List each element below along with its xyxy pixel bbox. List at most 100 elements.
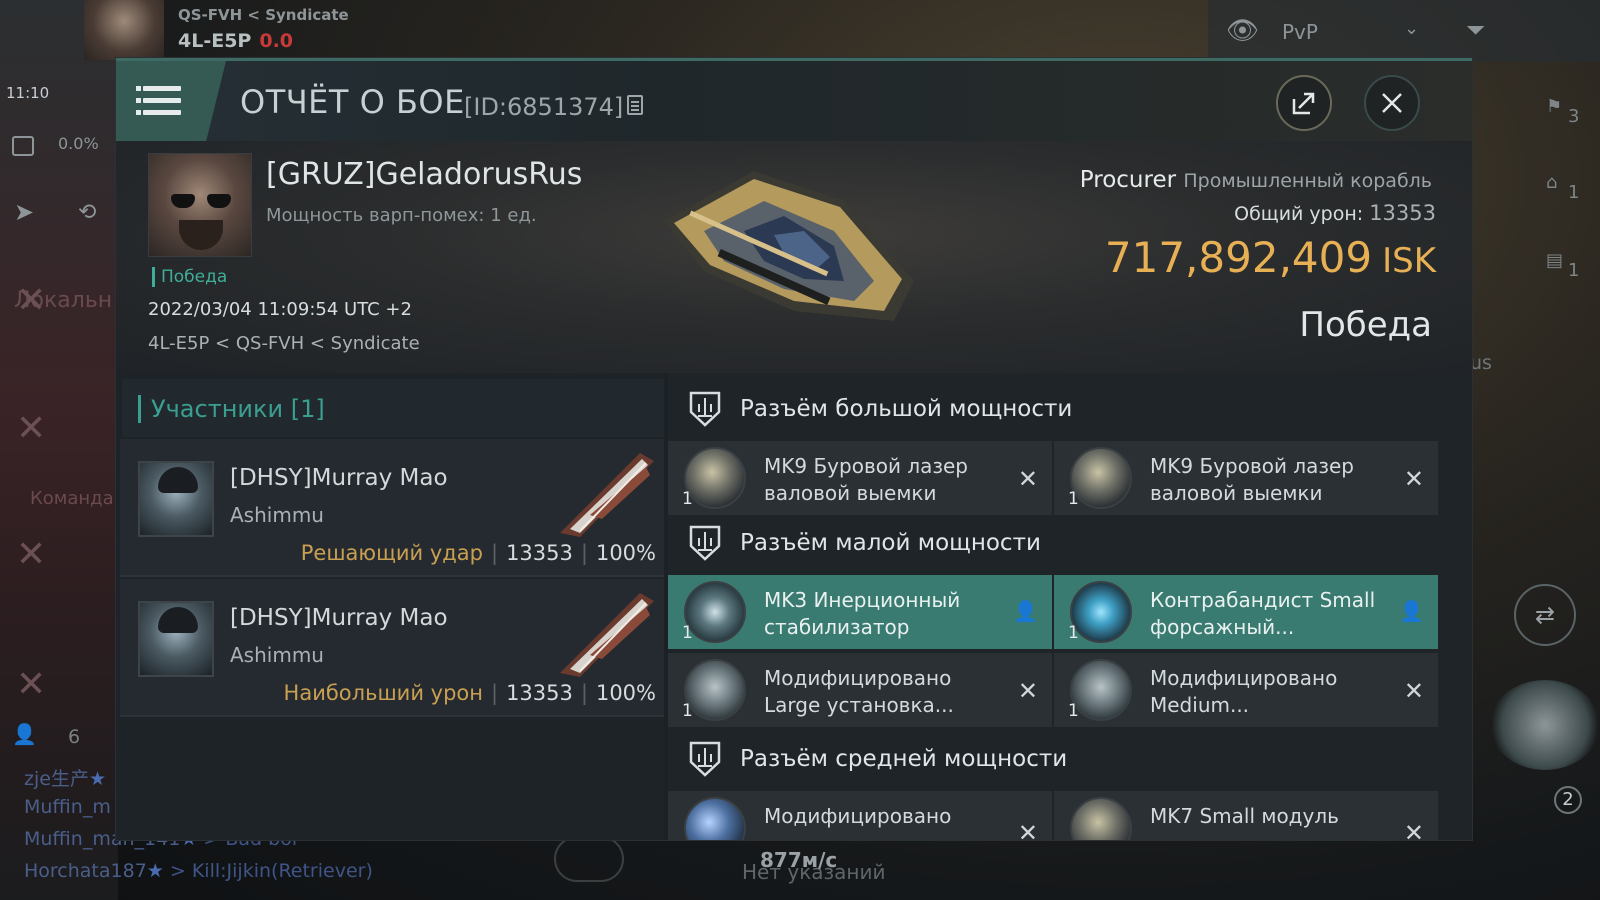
home-icon[interactable]: ⌂: [1546, 172, 1557, 193]
ship-type[interactable]: Procurer Промышленный корабль: [1080, 167, 1432, 193]
ship-render-image: [664, 171, 914, 321]
module-name: MK9 Буровой лазер валовой выемки: [764, 454, 968, 505]
victim-summary: [GRUZ]GeladorusRus Мощность варп-помех: …: [116, 141, 1472, 373]
module-badge: 2: [1554, 786, 1582, 814]
participant-ship-image: [560, 593, 654, 677]
participants-title: Участники [1]: [138, 395, 325, 423]
destroyed-icon: ✕: [1017, 677, 1038, 705]
chat-author: Muffin_m: [24, 796, 111, 818]
module-qty: 1: [682, 623, 693, 643]
mid-module-icon: [684, 797, 746, 840]
victim-portrait[interactable]: [148, 153, 252, 257]
ship-name: Procurer: [1079, 167, 1177, 193]
participant-row[interactable]: [DHSY]Murray Mao Ashimmu Наибольший урон…: [120, 579, 664, 717]
participants-panel: Участники [1] [DHSY]Murray Mao Ashimmu Р…: [116, 373, 664, 840]
participant-ship-image: [560, 453, 654, 537]
dock-icon[interactable]: ⟲: [78, 200, 108, 230]
participant-avatar[interactable]: [138, 601, 214, 677]
share-button[interactable]: [1276, 75, 1332, 131]
system-name-text: 4L-E5P: [178, 30, 252, 52]
close-button[interactable]: [1364, 75, 1420, 131]
participant-avatar[interactable]: [138, 461, 214, 537]
shield-icon: [689, 525, 721, 561]
ship-class: Промышленный корабль: [1183, 170, 1432, 192]
module-slot[interactable]: 1 Контрабандист Small форсажный... 👤: [1054, 575, 1438, 649]
fleet-count: 3: [1568, 106, 1580, 127]
swap-icon[interactable]: ⇄: [1514, 584, 1576, 646]
high-slot-label: Разъём большой мощности: [740, 396, 1073, 422]
share-icon: [1292, 92, 1315, 115]
mail-count: 1: [1568, 260, 1580, 281]
total-damage-label: Общий урон:: [1234, 203, 1364, 225]
eye-icon[interactable]: 👁: [1226, 16, 1259, 46]
chat-author: zje生产: [24, 768, 89, 790]
close-icon[interactable]: ✕: [16, 408, 46, 449]
participant-role: Наибольший урон: [283, 681, 483, 705]
destroyed-icon: ✕: [1017, 819, 1038, 840]
clock: 11:10: [6, 84, 50, 102]
close-icon[interactable]: ✕: [16, 664, 46, 705]
copy-icon[interactable]: [627, 95, 643, 115]
module-slot[interactable]: 1 Модифицировано Medium... ✕: [1054, 653, 1438, 727]
filter-select[interactable]: PvP: [1282, 20, 1318, 44]
mail-icon[interactable]: ▤: [1546, 250, 1563, 271]
low-slot-header: Разъём малой мощности: [668, 511, 1438, 575]
chat-channel-team[interactable]: Команда: [30, 488, 114, 509]
destroyed-icon: ✕: [1403, 819, 1424, 840]
people-icon: 👤: [12, 722, 37, 746]
shield-extender-icon: [684, 659, 746, 721]
home-count: 1: [1568, 182, 1580, 203]
module-slot[interactable]: 1 Модифицировано Large установка... ✕: [668, 653, 1052, 727]
drone-icon[interactable]: [1490, 680, 1600, 770]
module-qty: 1: [1068, 701, 1079, 721]
module-slot[interactable]: Модифицировано ✕: [668, 791, 1052, 840]
total-damage: Общий урон: 13353: [1234, 201, 1436, 225]
report-id: [ID:6851374]: [464, 93, 624, 121]
people-count: 6: [68, 726, 81, 748]
module-slot[interactable]: 1 MK3 Инерционный стабилизатор 👤: [668, 575, 1052, 649]
modal-header: ОТЧЁТ О БОЕ [ID:6851374]: [116, 61, 1472, 141]
participant-row[interactable]: [DHSY]Murray Mao Ashimmu Решающий удар | 1…: [120, 439, 664, 577]
module-qty: 1: [682, 701, 693, 721]
close-icon: [1382, 93, 1402, 113]
mid-module-icon: [1070, 797, 1132, 840]
filter-icon[interactable]: ⏷: [1466, 16, 1485, 44]
menu-button[interactable]: [116, 61, 226, 141]
participant-percent: 100%: [595, 681, 656, 705]
camera-button[interactable]: [554, 836, 624, 882]
chevron-down-icon[interactable]: ⌄: [1404, 18, 1419, 39]
participant-damage: 13353: [506, 541, 573, 565]
close-icon[interactable]: ✕: [16, 280, 46, 321]
module-slot[interactable]: MK7 Small модуль ✕: [1054, 791, 1438, 840]
low-slot-label: Разъём малой мощности: [740, 530, 1041, 556]
module-slot[interactable]: 1 MK9 Буровой лазер валовой выемки ✕: [1054, 441, 1438, 515]
participant-name: [DHSY]Murray Mao: [230, 605, 448, 631]
participant-stats: Решающий удар | 13353 | 100%: [300, 541, 656, 565]
participant-name: [DHSY]Murray Mao: [230, 465, 448, 491]
participant-percent: 100%: [595, 541, 656, 565]
result-tag: Победа: [152, 267, 227, 287]
module-name: Модифицировано Medium...: [1150, 666, 1338, 717]
module-slot[interactable]: 1 MK9 Буровой лазер валовой выемки ✕: [668, 441, 1052, 515]
cargo-percent: 0.0%: [58, 134, 99, 153]
mid-slot-header: Разъём средней мощности: [668, 727, 1438, 791]
player-avatar[interactable]: [84, 0, 164, 60]
chat-line: zje生产★: [24, 764, 106, 791]
module-qty: 1: [1068, 623, 1079, 643]
participants-header: Участники [1]: [122, 379, 664, 437]
chat-line: Horchata187★ > Kill:Jijkin(Retriever): [24, 860, 373, 882]
mining-laser-icon: [684, 447, 746, 509]
module-qty: 1: [682, 489, 693, 509]
module-name: Контрабандист Small форсажный...: [1150, 588, 1376, 639]
ship-speed: 877м/с: [760, 848, 838, 872]
victim-name[interactable]: [GRUZ]GeladorusRus: [266, 157, 582, 192]
destroyed-icon: ✕: [1403, 677, 1424, 705]
isk-value: 717,892,409 ISK: [1105, 233, 1436, 282]
navigate-icon[interactable]: ➤: [14, 198, 44, 228]
overview-fragment: us: [1470, 352, 1492, 374]
participant-role: Решающий удар: [300, 541, 483, 565]
person-icon: 👤: [1399, 599, 1424, 623]
participant-damage: 13353: [506, 681, 573, 705]
close-icon[interactable]: ✕: [16, 534, 46, 575]
fleet-icon[interactable]: ⚑: [1546, 96, 1562, 117]
